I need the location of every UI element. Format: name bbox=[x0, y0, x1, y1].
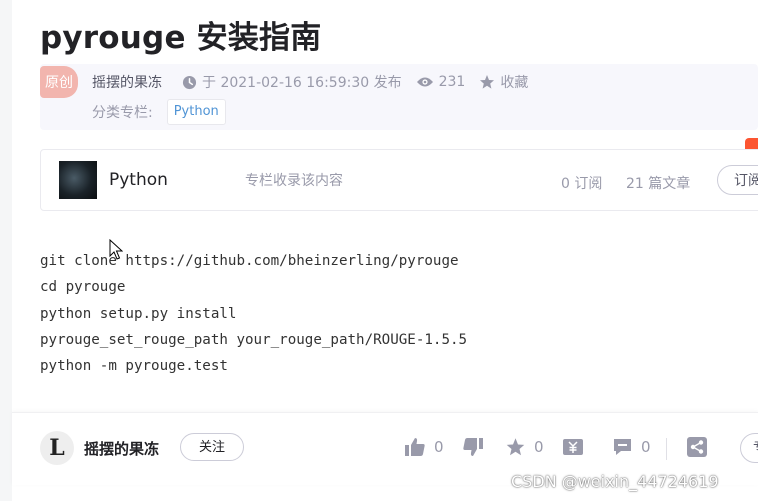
code-line: pyrouge_set_rouge_path your_rouge_path/R… bbox=[40, 331, 468, 348]
clock-icon bbox=[182, 75, 197, 89]
category-tag-python[interactable]: Python bbox=[166, 99, 226, 125]
dislike-button[interactable] bbox=[462, 437, 484, 457]
author-link[interactable]: 摇摆的果冻 bbox=[92, 72, 162, 92]
code-block: git clone https://github.com/bheinzerlin… bbox=[40, 248, 467, 379]
like-count: 0 bbox=[434, 438, 444, 456]
eye-icon bbox=[416, 77, 433, 87]
article-title: pyrouge 安装指南 bbox=[40, 20, 322, 56]
toolbar-divider bbox=[666, 438, 667, 460]
author-avatar[interactable]: L bbox=[40, 431, 74, 465]
comment-icon bbox=[614, 439, 631, 455]
reward-icon bbox=[563, 439, 583, 455]
star-icon bbox=[506, 438, 525, 456]
category-row: 分类专栏: Python bbox=[92, 99, 226, 125]
favorite-button[interactable]: 0 bbox=[505, 437, 544, 457]
publish-time-text: 于 2021-02-16 16:59:30 发布 bbox=[202, 75, 402, 91]
code-line: python -m pyrouge.test bbox=[40, 358, 228, 375]
like-button[interactable]: 0 bbox=[404, 437, 444, 457]
column-avatar bbox=[59, 161, 97, 199]
favorite-count: 0 bbox=[534, 438, 544, 456]
column-card[interactable]: Python 专栏收录该内容 0 订阅 21 篇文章 订阅 bbox=[40, 149, 758, 211]
column-name[interactable]: Python bbox=[109, 170, 168, 190]
share-button[interactable] bbox=[687, 437, 707, 457]
column-article-count: 21 篇文章 bbox=[626, 176, 691, 192]
thumbs-up-icon bbox=[405, 438, 425, 456]
bottom-author-name[interactable]: 摇摆的果冻 bbox=[84, 438, 159, 459]
column-subscribers: 0 订阅 bbox=[561, 176, 603, 192]
view-count: 231 bbox=[416, 74, 466, 90]
original-badge: 原创 bbox=[40, 66, 78, 98]
code-line: git clone https://github.com/bheinzerlin… bbox=[40, 253, 459, 269]
view-count-text: 231 bbox=[438, 74, 466, 90]
collect-button[interactable]: 收藏 bbox=[479, 72, 528, 92]
category-label: 分类专栏: bbox=[92, 105, 153, 121]
subscribe-button[interactable]: 订阅 bbox=[717, 165, 758, 195]
publish-time: 于 2021-02-16 16:59:30 发布 bbox=[182, 72, 402, 92]
comment-button[interactable]: 0 bbox=[612, 437, 651, 457]
follow-button[interactable]: 关注 bbox=[180, 433, 244, 461]
mouse-cursor-icon bbox=[109, 239, 123, 260]
column-description: 专栏收录该内容 bbox=[245, 173, 343, 189]
reward-button[interactable] bbox=[562, 437, 584, 457]
article-meta-row: 摇摆的果冻 于 2021-02-16 16:59:30 发布 231 收藏 bbox=[92, 72, 542, 92]
code-line: python setup.py install bbox=[40, 305, 237, 322]
share-icon bbox=[687, 437, 707, 457]
star-icon bbox=[480, 75, 495, 89]
thumbs-down-icon bbox=[463, 438, 483, 456]
collect-label: 收藏 bbox=[500, 75, 529, 91]
comment-count: 0 bbox=[641, 438, 651, 456]
csdn-watermark: CSDN @weixin_44724619 bbox=[511, 472, 719, 491]
code-line: cd pyrouge bbox=[40, 279, 126, 296]
